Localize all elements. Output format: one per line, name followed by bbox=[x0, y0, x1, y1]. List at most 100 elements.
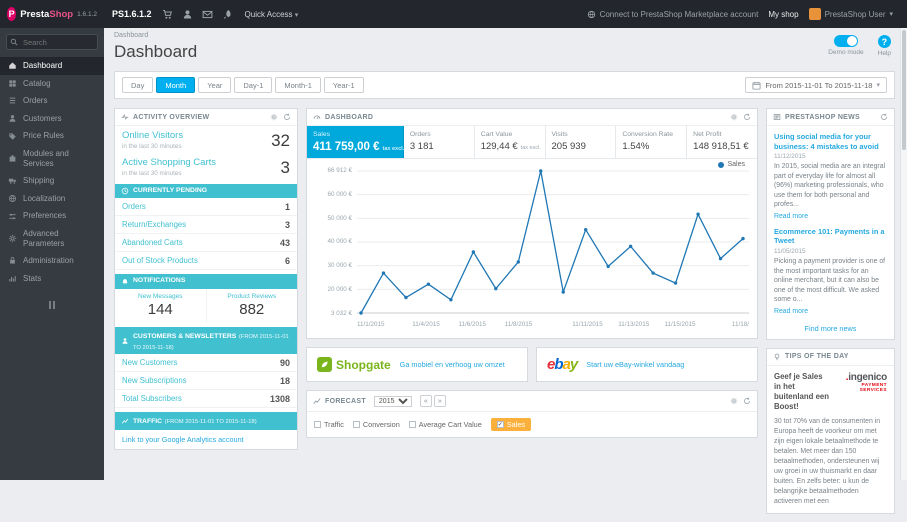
abandoned-carts-row[interactable]: Abandoned Carts43 bbox=[115, 234, 297, 252]
people-icon bbox=[121, 337, 129, 345]
activity-icon bbox=[121, 113, 129, 121]
online-visitors-value: 32 bbox=[271, 131, 290, 151]
filter-month-1-button[interactable]: Month-1 bbox=[275, 77, 321, 93]
refresh-icon[interactable] bbox=[743, 397, 751, 405]
sidebar-item-customers[interactable]: Customers bbox=[0, 110, 104, 128]
catalog-icon bbox=[8, 79, 17, 88]
prestashop-logo-icon: P bbox=[7, 7, 16, 21]
search-icon bbox=[10, 38, 18, 46]
chart-legend[interactable]: Sales bbox=[718, 161, 745, 168]
active-carts-metric[interactable]: Active Shopping Cartsin the last 30 minu… bbox=[115, 153, 297, 180]
sidebar-item-localization[interactable]: Localization bbox=[0, 190, 104, 208]
kpi-cart-value[interactable]: Cart Value129,44 €tax excl. bbox=[475, 126, 546, 158]
pending-orders-row[interactable]: Orders1 bbox=[115, 198, 297, 216]
globe-icon bbox=[8, 194, 17, 203]
refresh-icon[interactable] bbox=[743, 113, 751, 121]
notifications-header: Notifications bbox=[115, 274, 297, 288]
sidebar-item-orders[interactable]: Orders bbox=[0, 92, 104, 110]
checkbox-icon bbox=[353, 421, 360, 428]
gear-icon[interactable] bbox=[730, 113, 738, 121]
gear-icon[interactable] bbox=[730, 397, 738, 405]
marketplace-icon bbox=[587, 10, 596, 19]
rocket-icon[interactable] bbox=[222, 9, 233, 20]
customer-icon[interactable] bbox=[182, 9, 193, 20]
refresh-icon[interactable] bbox=[283, 113, 291, 121]
shop-name[interactable]: PS1.6.1.2 bbox=[112, 9, 152, 19]
legend-conversion[interactable]: Conversion bbox=[353, 420, 400, 429]
legend-sales[interactable]: ✓Sales bbox=[491, 418, 531, 431]
help-control: ? Help bbox=[878, 35, 891, 57]
kpi-strip: Sales411 759,00 €tax excl. Orders3 181 C… bbox=[307, 126, 757, 159]
tag-icon bbox=[8, 132, 17, 141]
filter-day-button[interactable]: Day bbox=[122, 77, 153, 93]
kpi-orders[interactable]: Orders3 181 bbox=[404, 126, 475, 158]
my-shop-link[interactable]: My shop bbox=[768, 10, 798, 19]
news-article-date: 11/12/2015 bbox=[774, 153, 887, 160]
find-more-news-link[interactable]: Find more news bbox=[774, 324, 887, 333]
news-article-title[interactable]: Using social media for your business: 4 … bbox=[774, 132, 887, 151]
news-article-title[interactable]: Ecommerce 101: Payments in a Tweet bbox=[774, 227, 887, 246]
forecast-prev-button[interactable]: « bbox=[420, 395, 432, 407]
filter-year-1-button[interactable]: Year-1 bbox=[324, 77, 364, 93]
sidebar-item-modules[interactable]: Modules and Services bbox=[0, 145, 104, 172]
online-visitors-metric[interactable]: Online Visitorsin the last 30 minutes 32 bbox=[115, 126, 297, 153]
sidebar-item-administration[interactable]: Administration bbox=[0, 252, 104, 270]
tips-of-the-day-panel: Tips of the day Geef je Sales in het bui… bbox=[766, 348, 895, 515]
kpi-visits[interactable]: Visits205 939 bbox=[546, 126, 617, 158]
activity-overview-panel: Activity overview Online Visitorsin the … bbox=[114, 108, 298, 450]
product-reviews-cell[interactable]: Product Reviews882 bbox=[207, 289, 298, 323]
out-of-stock-row[interactable]: Out of Stock Products6 bbox=[115, 252, 297, 270]
active-carts-label: Active Shopping Carts bbox=[122, 158, 216, 169]
read-more-link[interactable]: Read more bbox=[774, 213, 808, 220]
gear-icon[interactable] bbox=[270, 113, 278, 121]
page-scrollbar[interactable] bbox=[900, 28, 907, 480]
filter-day-1-button[interactable]: Day-1 bbox=[234, 77, 272, 93]
prestashop-logo[interactable]: P PrestaShop 1.6.1.2 bbox=[0, 7, 104, 21]
forecast-next-button[interactable]: » bbox=[434, 395, 446, 407]
read-more-link[interactable]: Read more bbox=[774, 308, 808, 315]
sidebar-item-catalog[interactable]: Catalog bbox=[0, 75, 104, 93]
filter-year-button[interactable]: Year bbox=[198, 77, 231, 93]
user-name: PrestaShop User bbox=[825, 10, 886, 19]
messages-icon[interactable] bbox=[202, 9, 213, 20]
legend-average-cart-value[interactable]: Average Cart Value bbox=[409, 420, 482, 429]
kpi-sales[interactable]: Sales411 759,00 €tax excl. bbox=[307, 126, 404, 158]
new-customers-row[interactable]: New Customers90 bbox=[115, 354, 297, 372]
sales-chart[interactable] bbox=[357, 169, 749, 317]
marketplace-link[interactable]: Connect to PrestaShop Marketplace accoun… bbox=[587, 10, 759, 19]
pending-returns-row[interactable]: Return/Exchanges3 bbox=[115, 216, 297, 234]
google-analytics-link[interactable]: Link to your Google Analytics account bbox=[115, 430, 297, 449]
filter-month-button[interactable]: Month bbox=[156, 77, 195, 93]
sales-chart-area: Sales 66 912 €60 000 €50 000 €40 000 €30… bbox=[307, 159, 757, 319]
scrollbar-thumb[interactable] bbox=[902, 30, 906, 150]
clock-icon bbox=[121, 187, 129, 195]
quick-access-menu[interactable]: Quick Access ▾ bbox=[245, 10, 299, 19]
date-range-picker[interactable]: From 2015-11-01 To 2015-11-18 ▾ bbox=[745, 77, 887, 93]
news-article-excerpt: Picking a payment provider is one of the… bbox=[774, 257, 887, 305]
chevron-down-icon: ▾ bbox=[295, 12, 299, 19]
forecast-year-select[interactable]: 2015 bbox=[374, 396, 412, 407]
refresh-icon[interactable] bbox=[880, 113, 888, 121]
sidebar-item-advanced-parameters[interactable]: Advanced Parameters bbox=[0, 225, 104, 252]
total-subscribers-row[interactable]: Total Subscribers1308 bbox=[115, 390, 297, 408]
sidebar-item-shipping[interactable]: Shipping bbox=[0, 172, 104, 190]
search-input[interactable] bbox=[6, 34, 98, 50]
cart-icon[interactable] bbox=[162, 9, 173, 20]
user-menu[interactable]: PrestaShop User ▾ bbox=[809, 8, 893, 20]
legend-traffic[interactable]: Traffic bbox=[314, 420, 344, 429]
home-icon bbox=[8, 61, 17, 70]
kpi-net-profit[interactable]: Net Profit148 918,51 € bbox=[687, 126, 757, 158]
sidebar-item-dashboard[interactable]: Dashboard bbox=[0, 57, 104, 75]
demo-mode-toggle[interactable] bbox=[834, 35, 858, 47]
sidebar-item-preferences[interactable]: Preferences bbox=[0, 207, 104, 225]
ebay-link[interactable]: Start uw eBay-winkel vandaag bbox=[586, 360, 684, 369]
shopgate-link[interactable]: Ga mobiel en verhoog uw omzet bbox=[400, 360, 505, 369]
help-icon[interactable]: ? bbox=[878, 35, 891, 48]
sidebar-item-stats[interactable]: Stats bbox=[0, 270, 104, 288]
sidebar-item-price-rules[interactable]: Price Rules bbox=[0, 127, 104, 145]
new-subscriptions-row[interactable]: New Subscriptions18 bbox=[115, 372, 297, 390]
sidebar-collapse-toggle[interactable] bbox=[0, 301, 104, 309]
kpi-conversion-rate[interactable]: Conversion Rate1.54% bbox=[616, 126, 687, 158]
customers-newsletters-header: Customers & Newsletters (FROM 2015-11-01… bbox=[115, 327, 297, 354]
new-messages-cell[interactable]: New Messages144 bbox=[115, 289, 207, 323]
